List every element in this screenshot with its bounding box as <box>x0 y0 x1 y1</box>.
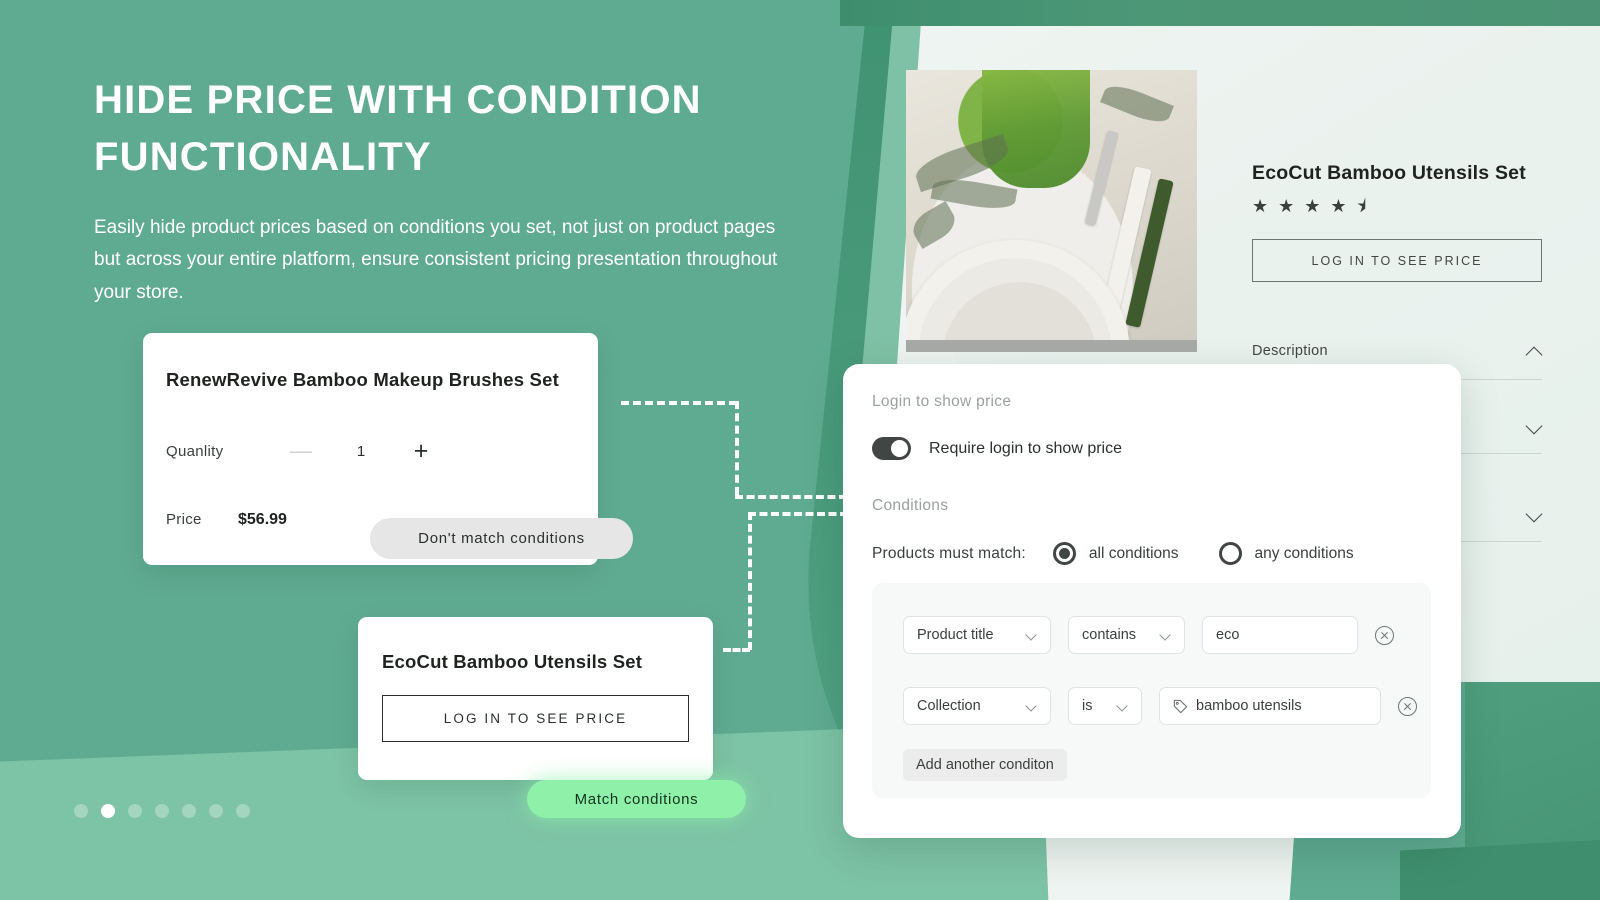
star-icon: ★ <box>1252 196 1269 216</box>
hero-subtitle: Easily hide product prices based on cond… <box>94 216 778 303</box>
radio-all-conditions[interactable]: all conditions <box>1052 542 1179 565</box>
product-image <box>906 70 1197 351</box>
radio-button-selected[interactable] <box>1052 542 1076 565</box>
condition-value-text: eco <box>1216 627 1240 643</box>
condition-row: Collection is bamboo utensils <box>903 687 1417 725</box>
product-card-title: EcoCut Bamboo Utensils Set <box>382 651 643 672</box>
remove-condition-button[interactable] <box>1398 696 1417 716</box>
preview-product-title: EcoCut Bamboo Utensils Set <box>1252 162 1526 184</box>
hero-section: HIDE PRICE WITH CONDITION FUNCTIONALITY … <box>94 72 794 310</box>
star-icon: ★ <box>1304 196 1321 216</box>
leaf-decoration <box>907 201 961 249</box>
chevron-down-icon <box>1526 417 1542 433</box>
products-must-match-row: Products must match: all conditions any … <box>872 542 1354 565</box>
chevron-down-icon <box>1026 630 1037 641</box>
page-title: HIDE PRICE WITH CONDITION FUNCTIONALITY <box>94 78 702 179</box>
condition-field-value: Product title <box>917 627 994 643</box>
toggle-label: Require login to show price <box>929 439 1122 457</box>
accordion-label: Description <box>1252 342 1328 359</box>
section-heading-login: Login to show price <box>872 393 1012 410</box>
radio-button-unselected[interactable] <box>1218 542 1242 565</box>
quantity-row: Quanlity — 1 + <box>166 438 566 464</box>
connector-dash-mid-horizontal <box>735 495 847 499</box>
price-row: Price $56.99 <box>166 511 287 529</box>
section-heading-conditions: Conditions <box>872 497 949 514</box>
tag-icon <box>1173 699 1188 713</box>
condition-value-text: bamboo utensils <box>1196 698 1302 714</box>
star-icon: ★ <box>1278 196 1295 216</box>
condition-field-value: Collection <box>917 698 981 714</box>
condition-row: Product title contains eco <box>903 616 1394 654</box>
match-label: Products must match: <box>872 544 1026 562</box>
price-label: Price <box>166 511 202 528</box>
chevron-up-icon <box>1526 343 1542 359</box>
condition-value-input[interactable]: bamboo utensils <box>1159 687 1381 725</box>
carousel-dot[interactable] <box>128 804 142 818</box>
settings-panel: Login to show price Require login to sho… <box>843 364 1461 838</box>
preview-login-to-see-price-button[interactable]: LOG IN TO SEE PRICE <box>1252 239 1542 282</box>
condition-operator-select[interactable]: is <box>1068 687 1142 725</box>
image-bottom-strip <box>906 340 1197 352</box>
carousel-dot[interactable] <box>155 804 169 818</box>
quantity-increase-button[interactable]: + <box>391 439 451 464</box>
star-icon: ★ <box>1330 196 1347 216</box>
quantity-value: 1 <box>356 442 366 460</box>
badge-match-conditions: Match conditions <box>527 780 746 818</box>
connector-dash-top-horizontal <box>621 401 737 405</box>
carousel-dot[interactable] <box>74 804 88 818</box>
connector-dash-top-vertical <box>735 401 739 495</box>
background-top-strip <box>840 0 1600 26</box>
condition-operator-select[interactable]: contains <box>1068 616 1185 654</box>
background-bottom-right-band <box>1400 840 1600 900</box>
login-to-see-price-button[interactable]: LOG IN TO SEE PRICE <box>382 695 689 742</box>
carousel-dots[interactable] <box>74 804 250 818</box>
leaf-decoration <box>1100 79 1174 129</box>
green-glass-decoration <box>982 70 1090 188</box>
quantity-label: Quanlity <box>166 442 224 460</box>
connector-dash-lower-horizontal <box>748 512 848 516</box>
condition-operator-value: contains <box>1082 627 1137 643</box>
chevron-down-icon <box>1160 630 1171 641</box>
badge-dont-match-conditions: Don't match conditions <box>370 518 633 559</box>
conditions-container: Product title contains eco Collection is <box>872 583 1431 798</box>
radio-label: all conditions <box>1088 544 1179 562</box>
rating-stars: ★ ★ ★ ★ ⯨ <box>1252 197 1366 215</box>
condition-operator-value: is <box>1082 698 1093 714</box>
product-card-match: EcoCut Bamboo Utensils Set LOG IN TO SEE… <box>358 617 713 780</box>
carousel-dot[interactable] <box>236 804 250 818</box>
chevron-down-icon <box>1117 701 1128 712</box>
carousel-dot[interactable] <box>182 804 196 818</box>
condition-field-select[interactable]: Collection <box>903 687 1051 725</box>
star-half-icon: ⯨ <box>1356 196 1367 216</box>
connector-dash-lower-vertical <box>748 512 752 650</box>
carousel-dot-active[interactable] <box>101 804 115 818</box>
toggle-switch[interactable] <box>872 437 911 460</box>
condition-field-select[interactable]: Product title <box>903 616 1051 654</box>
carousel-dot[interactable] <box>209 804 223 818</box>
condition-value-input[interactable]: eco <box>1202 616 1358 654</box>
chevron-down-icon <box>1526 505 1542 521</box>
product-card-title: RenewRevive Bamboo Makeup Brushes Set <box>166 369 559 390</box>
require-login-toggle-row[interactable]: Require login to show price <box>872 437 1122 460</box>
connector-dash-bottom-horizontal <box>723 648 750 652</box>
remove-condition-button[interactable] <box>1375 625 1394 645</box>
radio-label: any conditions <box>1254 544 1354 562</box>
add-another-condition-button[interactable]: Add another conditon <box>903 749 1067 781</box>
price-value: $56.99 <box>238 511 287 528</box>
chevron-down-icon <box>1026 701 1037 712</box>
quantity-decrease-button[interactable]: — <box>271 438 331 464</box>
radio-any-conditions[interactable]: any conditions <box>1218 542 1354 565</box>
